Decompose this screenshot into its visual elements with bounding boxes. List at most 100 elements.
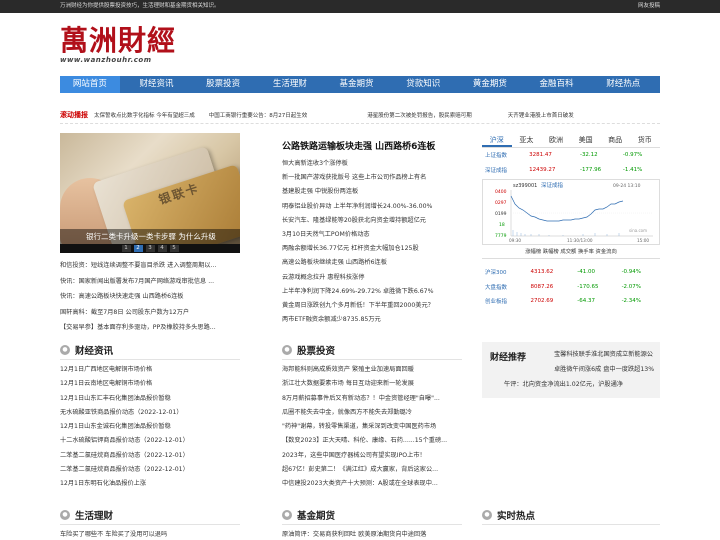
top-bar: 万洲财经为你提供股票投资技巧，生活理财和基金期货相关知识。 网友投稿 bbox=[0, 0, 720, 13]
list-item[interactable]: 12月1日云南地区电解铜市场价格 bbox=[60, 377, 240, 391]
nav-loan[interactable]: 贷款知识 bbox=[393, 76, 453, 93]
slide-dot[interactable]: 3 bbox=[145, 245, 155, 252]
finrec-item[interactable]: 午评：北向资金净流出1.02亿元，沪股通净 bbox=[504, 379, 623, 388]
news-ticker: 滚动播报 太保誓收点比数字化指标 今年有望超三成 中国工商银行重要公告：8月27… bbox=[60, 106, 660, 124]
y-tick: 0400 bbox=[495, 189, 507, 195]
list-item[interactable]: 长安汽车、隆基绿能等20股获北向资金增持额超亿元 bbox=[282, 214, 460, 228]
slide-dot[interactable]: 2 bbox=[133, 245, 143, 252]
list-item[interactable]: 【交易早参】基本面存利多驱动，PP及橡胶持多头思路... bbox=[60, 320, 242, 336]
list-item[interactable]: "药神"谢幕，转投零售渠道，集采深到改变中国医药市场 bbox=[282, 420, 462, 434]
list-item[interactable]: 8万月薪招募事件后又有新动态？！中金资管经理"自曝"... bbox=[282, 392, 462, 406]
tab-commodity[interactable]: 商品 bbox=[600, 133, 630, 147]
ticker-item[interactable]: 天齐锂业港股上市首日破发 bbox=[508, 111, 574, 119]
nav-fund-futures[interactable]: 基金期货 bbox=[327, 76, 387, 93]
list-item[interactable]: 中信建投2023大类资产十大预测：A股或在全球表现中... bbox=[282, 477, 462, 491]
list-item[interactable]: 快讯：国家新闻出版署发布7月国产网络游戏审批信息 ... bbox=[60, 274, 242, 290]
index-name[interactable]: 大盘指数 bbox=[482, 280, 528, 295]
section-title[interactable]: 财经资讯 bbox=[75, 343, 113, 357]
list-item[interactable]: 二苯基二氯硅烷商品报价动态（2022-12-01） bbox=[60, 463, 240, 477]
nav-life-finance[interactable]: 生活理财 bbox=[260, 76, 320, 93]
list-item[interactable]: 12月1日广西地区电解铜市场价格 bbox=[60, 363, 240, 377]
list-item[interactable]: 原油简评：交易商获利回吐 欧美原油期货向中途回落 bbox=[282, 528, 462, 540]
list-item[interactable]: 快讯：高速公路板块快速走强 山西路桥6连板 bbox=[60, 289, 242, 305]
tab-asia-pacific[interactable]: 亚太 bbox=[512, 133, 542, 147]
section-header: ● 实时热点 bbox=[482, 505, 660, 525]
market-tabs: 沪深 亚太 欧洲 美国 商品 货币 bbox=[482, 133, 660, 148]
tab-europe[interactable]: 欧洲 bbox=[541, 133, 571, 147]
tab-us[interactable]: 美国 bbox=[571, 133, 601, 147]
nav-gold-futures[interactable]: 黄金期货 bbox=[460, 76, 520, 93]
index-name[interactable]: 沪深300 bbox=[482, 265, 528, 280]
list-item[interactable]: 车险买了哪些不 车险买了没用可以退吗 bbox=[60, 528, 240, 540]
ticker-item[interactable]: 太保誓收点比数字化指标 今年有望超三成 bbox=[94, 111, 195, 119]
index-pct: -2.07% bbox=[621, 283, 642, 290]
list-item[interactable]: 二苯基二氯硅烷商品报价动态（2022-12-01） bbox=[60, 449, 240, 463]
list-item[interactable]: 两市ETF融资余额减少8735.85万元 bbox=[282, 313, 460, 327]
list-item[interactable]: 12月1日东明石化油品报价上涨 bbox=[60, 477, 240, 491]
section-title[interactable]: 基金期货 bbox=[297, 508, 335, 522]
section-title[interactable]: 实时热点 bbox=[497, 508, 535, 522]
section-title[interactable]: 股票投资 bbox=[297, 343, 335, 357]
finrec-item[interactable]: 卓胜微午间涨6成 盘中一度跌超13% bbox=[554, 364, 654, 373]
list-item[interactable]: 高速公路板块继续走强 山西路桥6连板 bbox=[282, 256, 460, 270]
table-row[interactable]: 沪深300 4313.62 -41.00 -0.94% bbox=[482, 265, 660, 280]
list-item[interactable]: 12月1日山东金诚石化集团油品报价暂稳 bbox=[60, 420, 240, 434]
section-bullet-icon: ● bbox=[482, 509, 492, 520]
list-item[interactable]: 基建股走强 中锐股份两连板 bbox=[282, 185, 460, 199]
list-item[interactable]: 和信投资：短线连续调整不要盲目杀跌 进入调整周期以... bbox=[60, 258, 242, 274]
list-item[interactable]: 浙江壮大数据要素市场 每日互动迎来新一轮发展 bbox=[282, 377, 462, 391]
ticker-item[interactable]: 港星股份第二次被处罚报告，股民索赔可期 bbox=[367, 111, 472, 119]
featured-slideshow[interactable]: 银联卡 银行二类卡升级一类卡步骤 为什么升级 1 2 3 4 5 bbox=[60, 133, 240, 253]
stock-section: ● 股票投资 海邦能科则高成质效资产 繁殖主业加速局面回暖 浙江壮大数据要素市场… bbox=[282, 340, 462, 492]
section-header: ● 生活理财 bbox=[60, 505, 240, 525]
list-item[interactable]: 恒大高新连收3个涨停板 bbox=[282, 157, 460, 171]
index-name[interactable]: 深证成指 bbox=[482, 163, 526, 178]
contribute-link[interactable]: 网友投稿 bbox=[638, 0, 660, 13]
index-name[interactable]: 上证指数 bbox=[482, 148, 526, 163]
tab-hushen[interactable]: 沪深 bbox=[482, 133, 512, 147]
section-title[interactable]: 生活理财 bbox=[75, 508, 113, 522]
list-item[interactable]: 2023年，这些中国医疗器械公司有望实现IPO上市！ bbox=[282, 449, 462, 463]
list-item[interactable]: 上半年净利润下降24.69%-29.72% 卓胜微下跌6.67% bbox=[282, 285, 460, 299]
list-item[interactable]: 黄金周日涨跌创九个多月新低！下半年重回2000美元？ bbox=[282, 299, 460, 313]
section-header: ● 基金期货 bbox=[282, 505, 462, 525]
table-row[interactable]: 创业板指 2702.69 -64.37 -2.34% bbox=[482, 294, 660, 309]
x-tick: 09:30 bbox=[509, 238, 521, 243]
table-row[interactable]: 大盘指数 8087.26 -170.65 -2.07% bbox=[482, 280, 660, 295]
finance-news-section: ● 财经资讯 12月1日广西地区电解铜市场价格 12月1日云南地区电解铜市场价格… bbox=[60, 340, 240, 492]
list-item[interactable]: 12月1日山东汇丰石化集团油品报价暂稳 bbox=[60, 392, 240, 406]
list-item[interactable]: 明泰铝业股价异动 上半年净利润增长24.00%-36.00% bbox=[282, 200, 460, 214]
list-item[interactable]: 无水硫酸亚铁商品报价动态（2022-12-01） bbox=[60, 406, 240, 420]
list-item[interactable]: 两融余额增长36.77亿元 杠杆资金大幅加仓125股 bbox=[282, 242, 460, 256]
nav-finance-news[interactable]: 财经资讯 bbox=[127, 76, 187, 93]
logo[interactable]: 萬洲財經 www.wanzhouhr.com bbox=[60, 26, 176, 65]
list-item[interactable]: 瓜圈不能失去中金，就像西方不能失去郑勤璐冷 bbox=[282, 406, 462, 420]
nav-stock[interactable]: 股票投资 bbox=[193, 76, 253, 93]
list-item[interactable]: 超67亿！彭史第二！《满江红》成大赢家，背后这家公... bbox=[282, 463, 462, 477]
main-nav: 网站首页 财经资讯 股票投资 生活理财 基金期货 贷款知识 黄金期货 金融百科 … bbox=[60, 76, 660, 93]
table-row[interactable]: 上证指数 3281.47 -32.12 -0.97% bbox=[482, 148, 660, 163]
ticker-item[interactable]: 中国工商银行重要公告：8月27日起生效 bbox=[209, 111, 308, 119]
list-item[interactable]: 云游戏概念拉升 惠程科技涨停 bbox=[282, 271, 460, 285]
slide-dot[interactable]: 5 bbox=[169, 245, 179, 252]
finrec-item[interactable]: 宝馨科技联手淮北国资成立新能源公 bbox=[554, 349, 653, 358]
index-chart[interactable]: sz399001 深证成指 09-24 13:10 0400 0297 0199… bbox=[482, 179, 660, 245]
list-item[interactable]: 新一批国产游戏获批版号 这些上市公司作品榜上有名 bbox=[282, 171, 460, 185]
list-item[interactable]: 国轩高科：截至7月8日 公司股东户数为12万户 bbox=[60, 305, 242, 321]
slide-dot[interactable]: 1 bbox=[121, 245, 131, 252]
list-item[interactable]: 3月10日天然气工POM价格动态 bbox=[282, 228, 460, 242]
table-row[interactable]: 深证成指 12439.27 -177.96 -1.41% bbox=[482, 163, 660, 178]
slide-dot[interactable]: 4 bbox=[157, 245, 167, 252]
headline-title[interactable]: 公路铁路运输板块走强 山西路桥6连板 bbox=[282, 139, 460, 152]
index-name[interactable]: 创业板指 bbox=[482, 294, 528, 309]
nav-hot[interactable]: 财经热点 bbox=[593, 76, 653, 93]
quote-links[interactable]: 涨幅榜 跌幅榜 成交额 换手率 资金流向 bbox=[482, 245, 660, 259]
tab-currency[interactable]: 货币 bbox=[630, 133, 660, 147]
slide-caption[interactable]: 银行二类卡升级一类卡步骤 为什么升级 bbox=[60, 229, 240, 245]
list-item[interactable]: 【数变2023】正大天晴、科伦、康缘、石药......15个重磅... bbox=[282, 434, 462, 448]
list-item[interactable]: 海邦能科则高成质效资产 繁殖主业加速局面回暖 bbox=[282, 363, 462, 377]
nav-home[interactable]: 网站首页 bbox=[60, 76, 120, 93]
hot-section: ● 实时热点 bbox=[482, 505, 660, 525]
list-item[interactable]: 十二水硫酸铝钾商品报价动态（2022-12-01） bbox=[60, 434, 240, 448]
nav-finance-wiki[interactable]: 金融百科 bbox=[527, 76, 587, 93]
